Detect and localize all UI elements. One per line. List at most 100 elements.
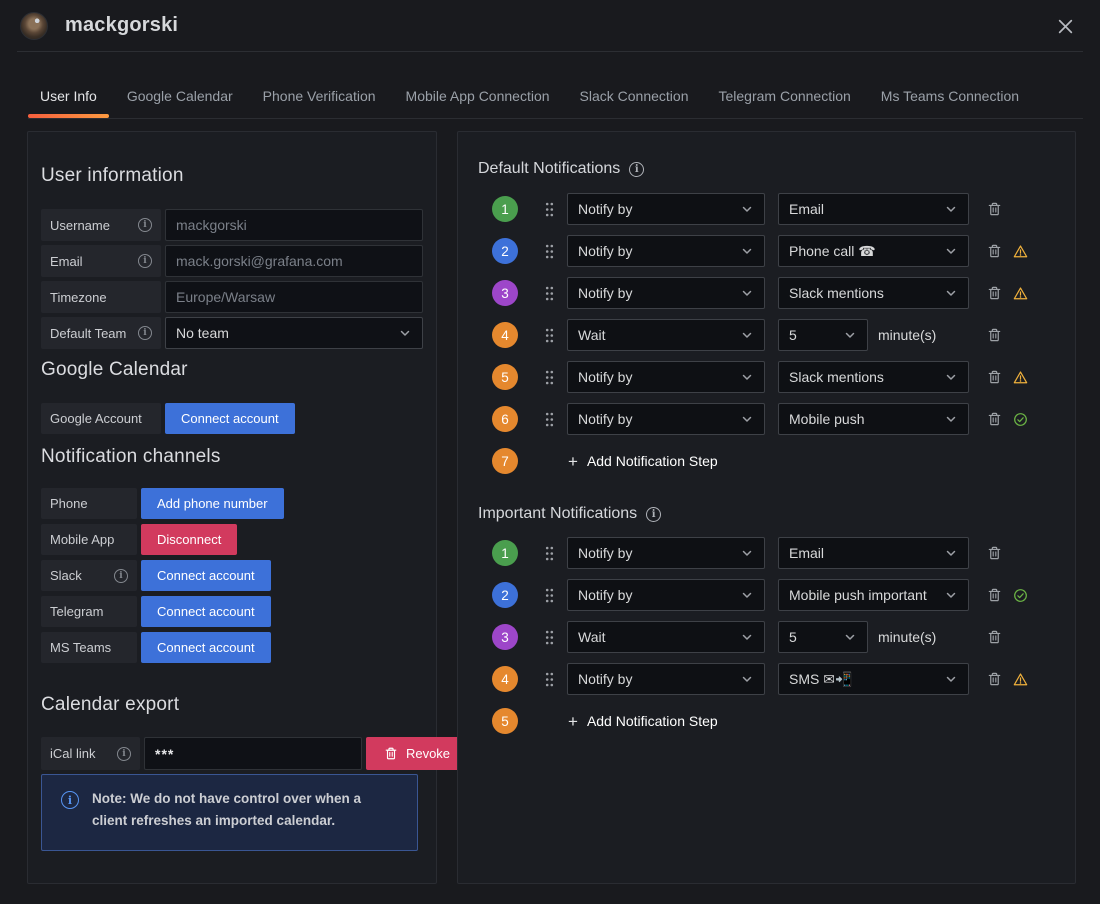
- disconnect-mobile-app-button[interactable]: Disconnect: [141, 524, 238, 555]
- chevron-down-icon: [742, 332, 752, 338]
- drag-handle-icon[interactable]: [545, 286, 554, 301]
- step-action-select[interactable]: Wait: [567, 621, 765, 653]
- tab-telegram-connection[interactable]: Telegram Connection: [706, 78, 862, 118]
- step-number-badge: 3: [492, 624, 518, 650]
- close-button[interactable]: [1051, 12, 1079, 40]
- tab-google-calendar[interactable]: Google Calendar: [115, 78, 245, 118]
- drag-handle-icon[interactable]: [545, 672, 554, 687]
- add-phone-number-phone-button[interactable]: Add phone number: [141, 488, 284, 519]
- field-input-username[interactable]: [165, 209, 423, 241]
- channel-row: Slack Connect account: [41, 560, 423, 591]
- delete-step-button[interactable]: [987, 628, 1003, 646]
- trash-icon: [988, 412, 1001, 426]
- notification-step-row: 2 Notify by Mobile push important: [478, 579, 1075, 611]
- add-step-row: 5 Add Notification Step: [478, 705, 1075, 737]
- step-action-select[interactable]: Wait: [567, 319, 765, 351]
- delete-step-button[interactable]: [987, 586, 1003, 604]
- field-input-email[interactable]: [165, 245, 423, 277]
- modal-header: mackgorski: [17, 0, 1083, 52]
- connect-account-telegram-button[interactable]: Connect account: [141, 596, 271, 627]
- important-notifications-heading: Important Notifications: [478, 505, 1075, 523]
- chevron-down-icon: [742, 550, 752, 556]
- wait-duration-unit: minute(s): [878, 327, 937, 343]
- field-input-timezone[interactable]: [165, 281, 423, 313]
- step-action-select[interactable]: Notify by: [567, 361, 765, 393]
- info-icon[interactable]: [138, 218, 152, 232]
- drag-handle-icon[interactable]: [545, 412, 554, 427]
- step-action-select[interactable]: Notify by: [567, 537, 765, 569]
- step-target-select[interactable]: Slack mentions: [778, 361, 969, 393]
- delete-step-button[interactable]: [987, 544, 1003, 562]
- step-target-select[interactable]: Email: [778, 537, 969, 569]
- connect-account-slack-button[interactable]: Connect account: [141, 560, 271, 591]
- add-notification-step-button[interactable]: Add Notification Step: [568, 453, 718, 470]
- trash-icon: [385, 747, 397, 760]
- add-notification-step-button[interactable]: Add Notification Step: [568, 713, 718, 730]
- drag-handle-icon[interactable]: [545, 244, 554, 259]
- info-icon[interactable]: [117, 746, 131, 761]
- drag-handle-icon[interactable]: [545, 588, 554, 603]
- step-action-select[interactable]: Notify by: [567, 403, 765, 435]
- warning-icon: [1013, 244, 1028, 259]
- delete-step-button[interactable]: [987, 670, 1003, 688]
- delete-step-button[interactable]: [987, 200, 1003, 218]
- drag-handle-icon[interactable]: [545, 328, 554, 343]
- notifications-panel: Default Notifications 1 Notify by Email …: [457, 131, 1076, 884]
- drag-handle-icon[interactable]: [545, 546, 554, 561]
- tab-phone-verification[interactable]: Phone Verification: [251, 78, 388, 118]
- plus-icon: [568, 453, 578, 470]
- step-target-select[interactable]: Email: [778, 193, 969, 225]
- delete-step-button[interactable]: [987, 326, 1003, 344]
- notification-step-row: 3 Wait 5 minute(s): [478, 621, 1075, 653]
- team-select[interactable]: No team: [165, 317, 423, 349]
- connect-google-account-button[interactable]: Connect account: [165, 403, 295, 434]
- chevron-down-icon: [742, 416, 752, 422]
- info-icon[interactable]: [629, 161, 645, 177]
- tab-user-info[interactable]: User Info: [28, 78, 109, 118]
- step-target-select[interactable]: Mobile push: [778, 403, 969, 435]
- ical-link-input[interactable]: [144, 737, 362, 770]
- step-number-badge: 2: [492, 582, 518, 608]
- step-target-select[interactable]: Slack mentions: [778, 277, 969, 309]
- step-target-select[interactable]: 5: [778, 621, 868, 653]
- delete-step-button[interactable]: [987, 410, 1003, 428]
- delete-step-button[interactable]: [987, 284, 1003, 302]
- info-icon[interactable]: [138, 326, 152, 340]
- step-target-select[interactable]: 5: [778, 319, 868, 351]
- google-account-label: Google Account: [41, 403, 161, 434]
- field-label-email: Email: [41, 245, 161, 277]
- user-field-row: Default Team No team: [41, 317, 423, 349]
- trash-icon: [988, 370, 1001, 384]
- step-action-select[interactable]: Notify by: [567, 579, 765, 611]
- close-icon: [1058, 19, 1072, 33]
- step-action-select[interactable]: Notify by: [567, 277, 765, 309]
- step-action-select[interactable]: Notify by: [567, 193, 765, 225]
- revoke-ical-button[interactable]: Revoke: [366, 737, 468, 770]
- step-target-select[interactable]: Phone call ☎: [778, 235, 969, 267]
- info-icon[interactable]: [646, 506, 662, 522]
- trash-icon: [988, 286, 1001, 300]
- user-info-panel: User information Username Email Timezone…: [27, 131, 468, 884]
- step-action-select[interactable]: Notify by: [567, 663, 765, 695]
- tab-mobile-app-connection[interactable]: Mobile App Connection: [394, 78, 562, 118]
- chevron-down-icon: [845, 634, 855, 640]
- drag-handle-icon[interactable]: [545, 630, 554, 645]
- channel-row: MS Teams Connect account: [41, 632, 423, 663]
- connect-account-ms-teams-button[interactable]: Connect account: [141, 632, 271, 663]
- channel-row: Phone Add phone number: [41, 488, 423, 519]
- chevron-down-icon: [946, 248, 956, 254]
- delete-step-button[interactable]: [987, 368, 1003, 386]
- drag-handle-icon[interactable]: [545, 202, 554, 217]
- step-number-badge: 4: [492, 322, 518, 348]
- step-number-badge: 1: [492, 540, 518, 566]
- tab-ms-teams-connection[interactable]: Ms Teams Connection: [869, 78, 1031, 118]
- info-icon[interactable]: [138, 254, 152, 268]
- step-action-select[interactable]: Notify by: [567, 235, 765, 267]
- step-target-select[interactable]: Mobile push important: [778, 579, 969, 611]
- step-target-select[interactable]: SMS ✉📲: [778, 663, 969, 695]
- delete-step-button[interactable]: [987, 242, 1003, 260]
- tab-slack-connection[interactable]: Slack Connection: [568, 78, 701, 118]
- drag-handle-icon[interactable]: [545, 370, 554, 385]
- google-account-row: Google Account Connect account: [41, 403, 423, 434]
- info-icon[interactable]: [114, 568, 128, 583]
